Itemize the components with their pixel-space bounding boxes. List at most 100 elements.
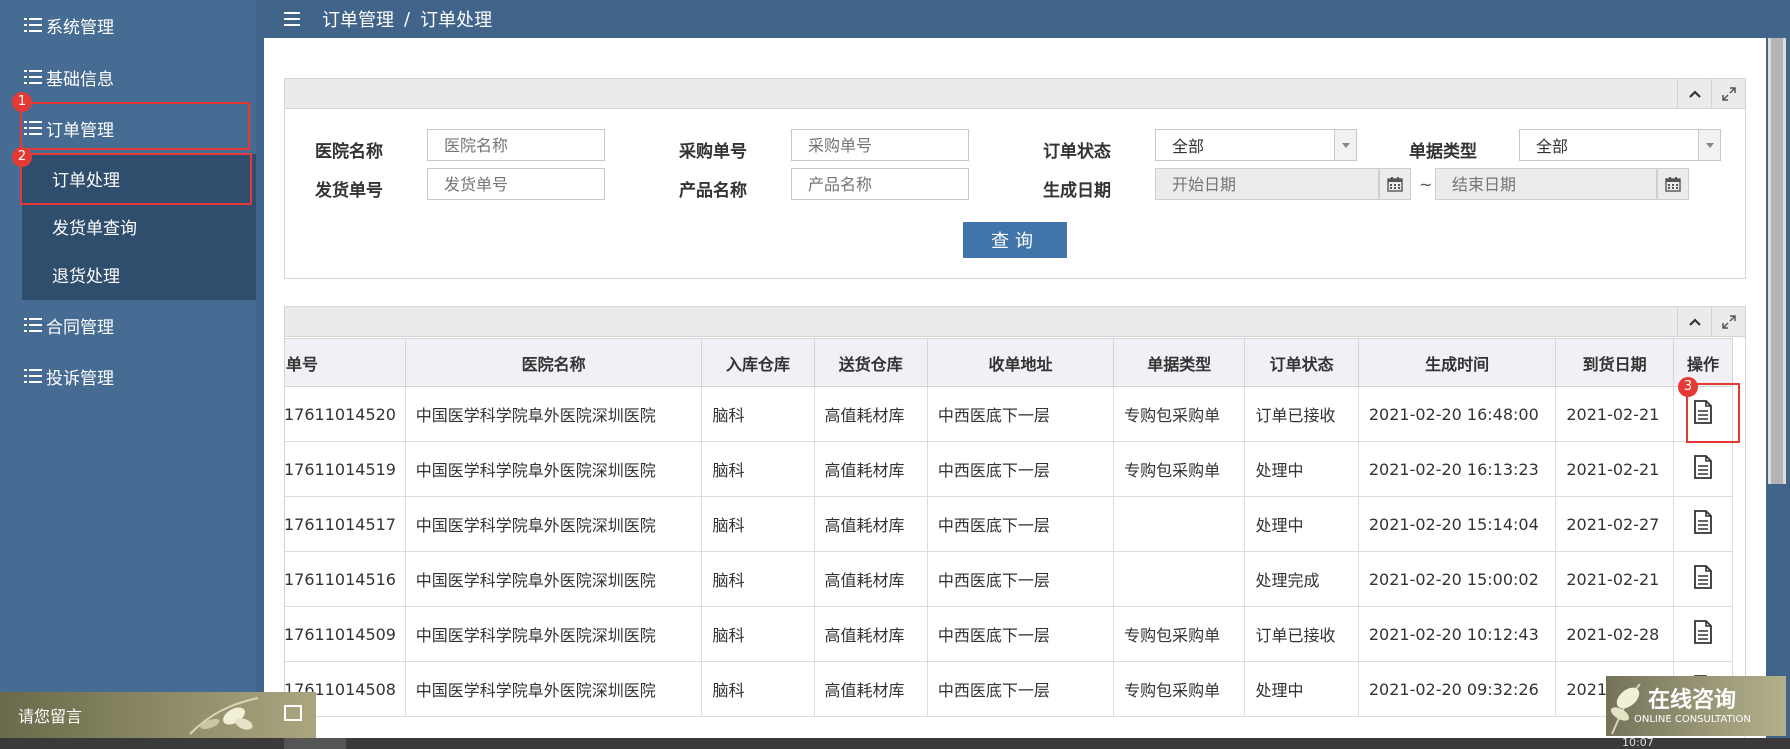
- calendar-icon[interactable]: [1379, 168, 1411, 200]
- column-header[interactable]: 订单状态: [1244, 338, 1359, 387]
- order-no-cell: 17611014516: [285, 551, 406, 607]
- order-no-cell: 17611014519: [285, 441, 406, 497]
- delivery-warehouse-cell: 高值耗材库: [813, 386, 928, 442]
- end-date-input[interactable]: [1435, 168, 1657, 200]
- sidebar-subitem-shipment-query[interactable]: 发货单查询: [22, 206, 256, 246]
- created-time-cell: 2021-02-20 15:00:02: [1357, 551, 1557, 607]
- results-panel-header: [285, 307, 1745, 337]
- address-cell: 中西医底下一层: [926, 496, 1115, 552]
- list-icon: [24, 18, 42, 32]
- step-badge-3: 3: [1678, 377, 1698, 397]
- action-cell: [1672, 496, 1734, 552]
- action-cell: [1672, 606, 1734, 662]
- document-icon[interactable]: [1693, 455, 1713, 483]
- query-button[interactable]: 查询: [963, 222, 1067, 258]
- arrival-date-cell: 2021-02-28: [1555, 606, 1674, 662]
- arrival-date-cell: 2021-02-21: [1555, 386, 1674, 442]
- inbound-warehouse-cell: 脑科: [701, 661, 815, 717]
- created-time-cell: 2021-02-20 16:13:23: [1357, 441, 1557, 497]
- column-header[interactable]: 单号: [285, 338, 406, 387]
- order-status-value: 全部: [1172, 137, 1205, 156]
- inbound-warehouse-cell: 脑科: [701, 551, 815, 607]
- online-consultation-widget[interactable]: 在线咨询 ONLINE CONSULTATION: [1606, 676, 1786, 736]
- sidebar-item-contract-management[interactable]: 合同管理: [0, 307, 256, 343]
- sidebar-item-system[interactable]: 系统管理: [0, 7, 256, 43]
- purchase-no-input[interactable]: [791, 129, 969, 161]
- order-no-cell: 17611014517: [285, 496, 406, 552]
- column-header[interactable]: 医院名称: [404, 338, 703, 387]
- doc-type-cell: [1113, 496, 1246, 552]
- doc-type-cell: 专购包采购单: [1113, 661, 1246, 717]
- leave-message-widget[interactable]: 请您留言: [0, 692, 316, 738]
- status-cell: 处理中: [1244, 661, 1359, 717]
- created-time-cell: 2021-02-20 16:48:00: [1357, 386, 1557, 442]
- status-cell: 处理中: [1244, 441, 1359, 497]
- inbound-warehouse-cell: 脑科: [701, 496, 815, 552]
- address-cell: 中西医底下一层: [926, 386, 1115, 442]
- column-header[interactable]: 入库仓库: [701, 338, 815, 387]
- sidebar-item-complaint-management[interactable]: 投诉管理: [0, 358, 256, 394]
- inbound-warehouse-cell: 脑科: [701, 606, 815, 662]
- created-time-cell: 2021-02-20 10:12:43: [1357, 606, 1557, 662]
- collapse-icon[interactable]: [1677, 307, 1711, 337]
- table-row[interactable]: 17611014520 中国医学科学院阜外医院深圳医院 脑科 高值耗材库 中西医底下一层…: [285, 386, 1734, 442]
- sidebar-item-label: 投诉管理: [46, 368, 114, 389]
- table-row[interactable]: 17611014516 中国医学科学院阜外医院深圳医院 脑科 高值耗材库 中西医底下一层…: [285, 551, 1734, 607]
- product-name-input[interactable]: [791, 168, 969, 200]
- delivery-warehouse-cell: 高值耗材库: [813, 606, 928, 662]
- sidebar-item-label: 系统管理: [46, 17, 114, 38]
- delivery-warehouse-cell: 高值耗材库: [813, 496, 928, 552]
- flower-icon: [189, 697, 259, 735]
- status-cell: 订单已接收: [1244, 606, 1359, 662]
- start-date-input[interactable]: [1155, 168, 1379, 200]
- list-icon: [24, 70, 42, 84]
- sidebar-subitem-label: 退货处理: [52, 266, 120, 287]
- sidebar-subitem-return-processing[interactable]: 退货处理: [22, 254, 256, 294]
- scrollbar-thumb[interactable]: [1771, 38, 1783, 484]
- collapse-icon[interactable]: [1677, 79, 1711, 109]
- column-header[interactable]: 生成时间: [1357, 338, 1557, 387]
- minimize-icon[interactable]: [284, 705, 302, 721]
- document-icon[interactable]: [1693, 565, 1713, 593]
- document-type-select[interactable]: 全部: [1519, 129, 1721, 161]
- menu-toggle-icon[interactable]: [284, 12, 300, 26]
- arrival-date-cell: 2021-02-21: [1555, 441, 1674, 497]
- search-panel-header: [285, 79, 1745, 109]
- calendar-icon[interactable]: [1657, 168, 1689, 200]
- table-row[interactable]: 17611014519 中国医学科学院阜外医院深圳医院 脑科 高值耗材库 中西医底下一层…: [285, 441, 1734, 497]
- column-header[interactable]: 单据类型: [1113, 338, 1246, 387]
- chevron-down-icon: [1698, 130, 1720, 160]
- sidebar-item-basic-info[interactable]: 基础信息: [0, 59, 256, 95]
- shipment-no-input[interactable]: [427, 168, 605, 200]
- hospital-name-label: 医院名称: [315, 142, 383, 162]
- column-header[interactable]: 收单地址: [926, 338, 1115, 387]
- taskbar-text: 10:07: [1622, 736, 1654, 749]
- order-status-select[interactable]: 全部: [1155, 129, 1357, 161]
- highlight-box-step1: [20, 102, 250, 150]
- address-cell: 中西医底下一层: [926, 661, 1115, 717]
- arrival-date-cell: 2021-02-21: [1555, 551, 1674, 607]
- order-no-cell: 17611014520: [285, 386, 406, 442]
- expand-icon[interactable]: [1711, 79, 1745, 109]
- expand-icon[interactable]: [1711, 307, 1745, 337]
- document-icon[interactable]: [1693, 620, 1713, 648]
- highlight-box-step2: [20, 153, 252, 205]
- chevron-down-icon: [1334, 130, 1356, 160]
- action-cell: [1672, 551, 1734, 607]
- hospital-cell: 中国医学科学院阜外医院深圳医院: [404, 606, 703, 662]
- hospital-name-input[interactable]: [427, 129, 605, 161]
- vertical-scrollbar[interactable]: [1768, 38, 1786, 484]
- arrival-date-cell: 2021-02-27: [1555, 496, 1674, 552]
- table-row[interactable]: 17611014508 中国医学科学院阜外医院深圳医院 脑科 高值耗材库 中西医底下一层…: [285, 661, 1734, 717]
- column-header[interactable]: 到货日期: [1555, 338, 1674, 387]
- create-date-label: 生成日期: [1043, 181, 1111, 201]
- column-header[interactable]: 送货仓库: [813, 338, 928, 387]
- search-panel: 医院名称 采购单号 订单状态 全部 单据类型 全部 发货单号 产品名称 生成日期…: [284, 78, 1746, 279]
- document-icon[interactable]: [1693, 510, 1713, 538]
- breadcrumb-parent[interactable]: 订单管理: [322, 6, 394, 32]
- step-badge-2: 2: [12, 147, 32, 167]
- order-no-cell: 17611014509: [285, 606, 406, 662]
- table-row[interactable]: 17611014509 中国医学科学院阜外医院深圳医院 脑科 高值耗材库 中西医底下一层…: [285, 606, 1734, 662]
- table-row[interactable]: 17611014517 中国医学科学院阜外医院深圳医院 脑科 高值耗材库 中西医底下一层…: [285, 496, 1734, 552]
- address-cell: 中西医底下一层: [926, 441, 1115, 497]
